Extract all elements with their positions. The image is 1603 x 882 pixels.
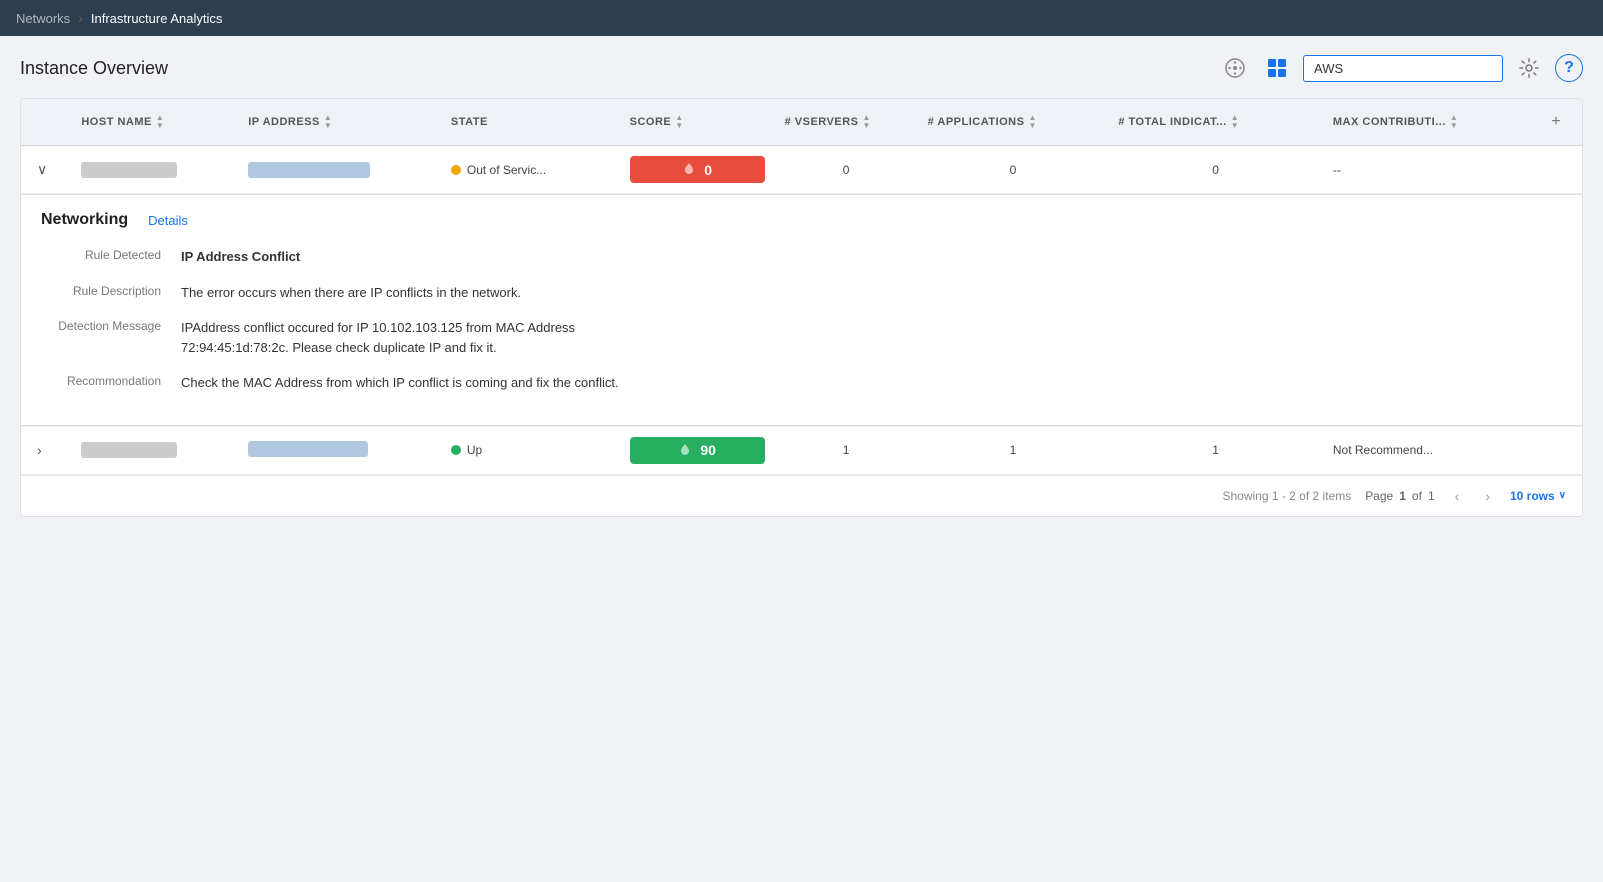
top-navigation: Networks › Infrastructure Analytics (0, 0, 1603, 36)
th-score[interactable]: SCORE ▲▼ (620, 99, 775, 146)
th-vservers[interactable]: # VSERVERS ▲▼ (775, 99, 918, 146)
th-hostname[interactable]: HOST NAME ▲▼ (71, 99, 238, 146)
rows-per-page-select[interactable]: 10 rows ∨ (1510, 489, 1566, 503)
table-row: ∨ ████████ ███████████ Out of Servic... (21, 146, 1582, 194)
score-badge-red: 0 (630, 156, 765, 183)
detection-message-label: Detection Message (41, 318, 181, 357)
row2-hostname: ████████ (71, 426, 238, 474)
table-header-row: HOST NAME ▲▼ IP ADDRESS ▲▼ STATE (21, 99, 1582, 146)
page-header: Instance Overview (20, 52, 1583, 84)
grid-view-icon[interactable] (1261, 52, 1293, 84)
next-page-button[interactable]: › (1479, 486, 1496, 506)
rule-description-row: Rule Description The error occurs when t… (41, 283, 1562, 303)
row2-state: Up (441, 426, 620, 474)
detection-message-value: IPAddress conflict occured for IP 10.102… (181, 318, 681, 357)
main-container: Instance Overview (0, 36, 1603, 882)
search-input[interactable] (1303, 55, 1503, 82)
ip-masked-2 (248, 441, 368, 457)
recommendation-label: Recommondation (41, 373, 181, 393)
row1-expand-button[interactable]: ∨ (31, 159, 53, 180)
recommendation-value: Check the MAC Address from which IP conf… (181, 373, 619, 393)
detail-panel-title: Networking (41, 211, 128, 229)
instance-table: HOST NAME ▲▼ IP ADDRESS ▲▼ STATE (21, 99, 1582, 475)
score-up-icon-2 (678, 442, 692, 459)
score-up-icon (682, 161, 696, 178)
detection-message-row: Detection Message IPAddress conflict occ… (41, 318, 1562, 357)
add-column-button[interactable]: + (1547, 109, 1564, 135)
showing-text: Showing 1 - 2 of 2 items (1222, 489, 1351, 503)
th-max-contribution[interactable]: MAX CONTRIBUTI... ▲▼ (1323, 99, 1538, 146)
th-ip[interactable]: IP ADDRESS ▲▼ (238, 99, 441, 146)
rule-detected-label: Rule Detected (41, 247, 181, 267)
header-actions: ? (1219, 52, 1583, 84)
sort-arrows-score: ▲▼ (675, 114, 683, 130)
sort-arrows-max: ▲▼ (1450, 114, 1458, 130)
row1-applications: 0 (918, 146, 1109, 194)
th-add-column[interactable]: + (1537, 99, 1582, 146)
pagination: Page 1 of 1 (1365, 489, 1434, 503)
rule-description-value: The error occurs when there are IP confl… (181, 283, 521, 303)
score-badge-green: 90 (630, 437, 765, 464)
row2-expand-button[interactable]: › (31, 440, 48, 460)
sort-arrows-vservers: ▲▼ (862, 114, 870, 130)
nav-parent[interactable]: Networks (16, 11, 70, 26)
networking-detail-panel: Networking Details Rule Detected IP Addr… (21, 194, 1582, 426)
rule-description-label: Rule Description (41, 283, 181, 303)
rows-select-chevron: ∨ (1559, 490, 1566, 501)
nav-separator: › (78, 10, 83, 26)
ip-masked: ███████████ (248, 162, 370, 178)
sort-arrows-total: ▲▼ (1231, 114, 1239, 130)
help-icon[interactable]: ? (1555, 54, 1583, 82)
row2-total-indicators: 1 (1108, 426, 1323, 474)
row1-hostname: ████████ (71, 146, 238, 194)
nav-current: Infrastructure Analytics (91, 11, 223, 26)
current-page: 1 (1399, 489, 1406, 503)
row2-ip[interactable] (238, 426, 441, 474)
row2-score: 90 (620, 426, 775, 474)
table-row: › ████████ Up (21, 426, 1582, 474)
row2-max-contribution: Not Recommend... (1323, 426, 1538, 474)
prev-page-button[interactable]: ‹ (1449, 486, 1466, 506)
table-footer: Showing 1 - 2 of 2 items Page 1 of 1 ‹ ›… (21, 475, 1582, 516)
data-table-section: HOST NAME ▲▼ IP ADDRESS ▲▼ STATE (20, 98, 1583, 517)
total-pages: 1 (1428, 489, 1435, 503)
th-applications[interactable]: # APPLICATIONS ▲▼ (918, 99, 1109, 146)
rule-detected-row: Rule Detected IP Address Conflict (41, 247, 1562, 267)
row1-max-contribution: -- (1323, 146, 1538, 194)
state-dot-green (451, 445, 461, 455)
settings-icon[interactable] (1513, 52, 1545, 84)
row2-vservers: 1 (775, 426, 918, 474)
hostname-masked: ████████ (81, 162, 177, 178)
row1-ip[interactable]: ███████████ (238, 146, 441, 194)
expanded-detail-row: Networking Details Rule Detected IP Addr… (21, 194, 1582, 427)
detail-panel-header: Networking Details (41, 211, 1562, 229)
recommendation-row: Recommondation Check the MAC Address fro… (41, 373, 1562, 393)
sort-arrows-apps: ▲▼ (1028, 114, 1036, 130)
state-dot-orange (451, 165, 461, 175)
page-title: Instance Overview (20, 58, 168, 79)
details-link[interactable]: Details (148, 213, 188, 228)
row1-score: 0 (620, 146, 775, 194)
sort-arrows-ip: ▲▼ (324, 114, 332, 130)
rule-detected-value: IP Address Conflict (181, 247, 300, 267)
row1-vservers: 0 (775, 146, 918, 194)
th-state: STATE (441, 99, 620, 146)
row2-applications: 1 (918, 426, 1109, 474)
row1-state: Out of Servic... (441, 146, 620, 194)
dots-circle-icon[interactable] (1219, 52, 1251, 84)
hostname-masked-2: ████████ (81, 442, 177, 458)
sort-arrows-hostname: ▲▼ (156, 114, 164, 130)
th-expand (21, 99, 71, 146)
th-total-indicators[interactable]: # TOTAL INDICAT... ▲▼ (1108, 99, 1323, 146)
row1-total-indicators: 0 (1108, 146, 1323, 194)
